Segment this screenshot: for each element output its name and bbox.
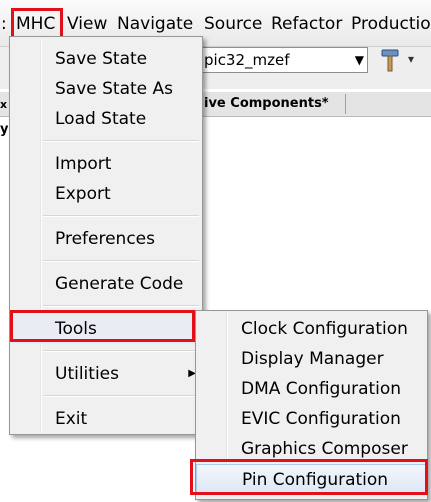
menu-separator (43, 215, 199, 217)
tab-active-components[interactable]: ive Components* (204, 92, 329, 116)
menu-separator (43, 305, 199, 307)
submenu-item-clock-configuration[interactable]: Clock Configuration (196, 314, 427, 344)
menu-separator (43, 140, 199, 142)
menu-item-exit[interactable]: Exit (10, 404, 202, 434)
hammer-dropdown-icon[interactable]: ▾ (408, 52, 414, 66)
menu-item-utilities[interactable]: Utilities ▶ (10, 359, 202, 389)
menu-separator (43, 260, 199, 262)
highlight-pin-configuration-box (190, 459, 428, 495)
menu-source[interactable]: Source (204, 10, 262, 38)
hammer-icon[interactable] (378, 47, 402, 79)
mhc-menu: Save State Save State As Load State Impo… (9, 36, 203, 435)
menu-item-save-state-as[interactable]: Save State As (10, 74, 202, 104)
menu-production[interactable]: Productio (351, 10, 431, 38)
menu-navigate[interactable]: Navigate (117, 10, 193, 38)
menu-refactor[interactable]: Refactor (271, 10, 342, 38)
submenu-item-evic-configuration[interactable]: EVIC Configuration (196, 404, 427, 434)
submenu-item-display-manager[interactable]: Display Manager (196, 344, 427, 374)
submenu-item-dma-configuration[interactable]: DMA Configuration (196, 374, 427, 404)
menu-separator (43, 395, 199, 397)
left-panel-stub: y (0, 122, 9, 137)
menu-separator (43, 350, 199, 352)
configuration-combo[interactable]: pic32_mzef ▼ (200, 47, 368, 73)
menu-item-load-state[interactable]: Load State (10, 104, 202, 134)
highlight-tools-box (10, 310, 195, 342)
close-tab-icon[interactable]: x (0, 98, 7, 111)
tab-divider (345, 94, 346, 114)
menu-item-import[interactable]: Import (10, 149, 202, 179)
menubar-separator: : (1, 14, 7, 34)
menu-item-export[interactable]: Export (10, 179, 202, 209)
menu-item-generate-code[interactable]: Generate Code (10, 269, 202, 299)
chevron-down-icon[interactable]: ▼ (355, 48, 364, 72)
menu-view[interactable]: View (67, 10, 107, 38)
menu-item-utilities-label: Utilities (55, 364, 119, 384)
configuration-combo-value: pic32_mzef (204, 51, 290, 69)
menu-item-preferences[interactable]: Preferences (10, 224, 202, 254)
menu-item-save-state[interactable]: Save State (10, 44, 202, 74)
